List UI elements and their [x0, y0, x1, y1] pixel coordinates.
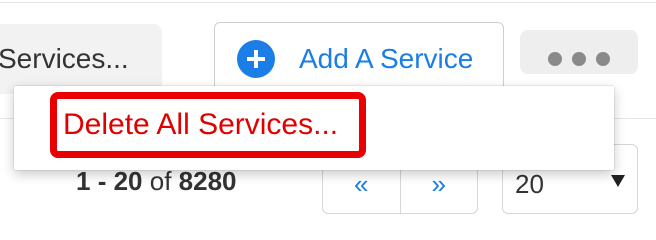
range-end: 20	[113, 166, 143, 196]
delete-all-services-menu-item[interactable]: Delete All Services...	[50, 92, 366, 158]
range-separator: -	[90, 166, 114, 196]
range-start: 1	[76, 166, 91, 196]
stage: Services... Add A Service 1 - 20 of 8280…	[0, 0, 656, 232]
caret-down-icon	[611, 175, 625, 187]
services-dropdown-menu: Delete All Services...	[14, 86, 614, 170]
range-of-label: of	[149, 166, 172, 196]
ellipsis-icon	[572, 52, 586, 66]
range-total: 8280	[178, 166, 237, 196]
prev-page-icon: «	[354, 168, 369, 199]
ellipsis-icon	[596, 52, 610, 66]
add-service-label: Add A Service	[299, 43, 474, 74]
menu-item-label: Delete All Services...	[63, 108, 339, 141]
add-service-button[interactable]: Add A Service	[214, 22, 504, 96]
top-divider	[0, 2, 656, 3]
page-size-value: 20	[515, 168, 544, 199]
services-menu-button[interactable]: Services...	[0, 24, 162, 94]
more-actions-button[interactable]	[520, 30, 638, 74]
ellipsis-icon	[548, 52, 562, 66]
services-menu-label: Services...	[0, 43, 129, 74]
next-page-icon: »	[431, 168, 446, 199]
plus-icon	[237, 40, 275, 78]
pagination-range: 1 - 20 of 8280	[76, 166, 237, 197]
